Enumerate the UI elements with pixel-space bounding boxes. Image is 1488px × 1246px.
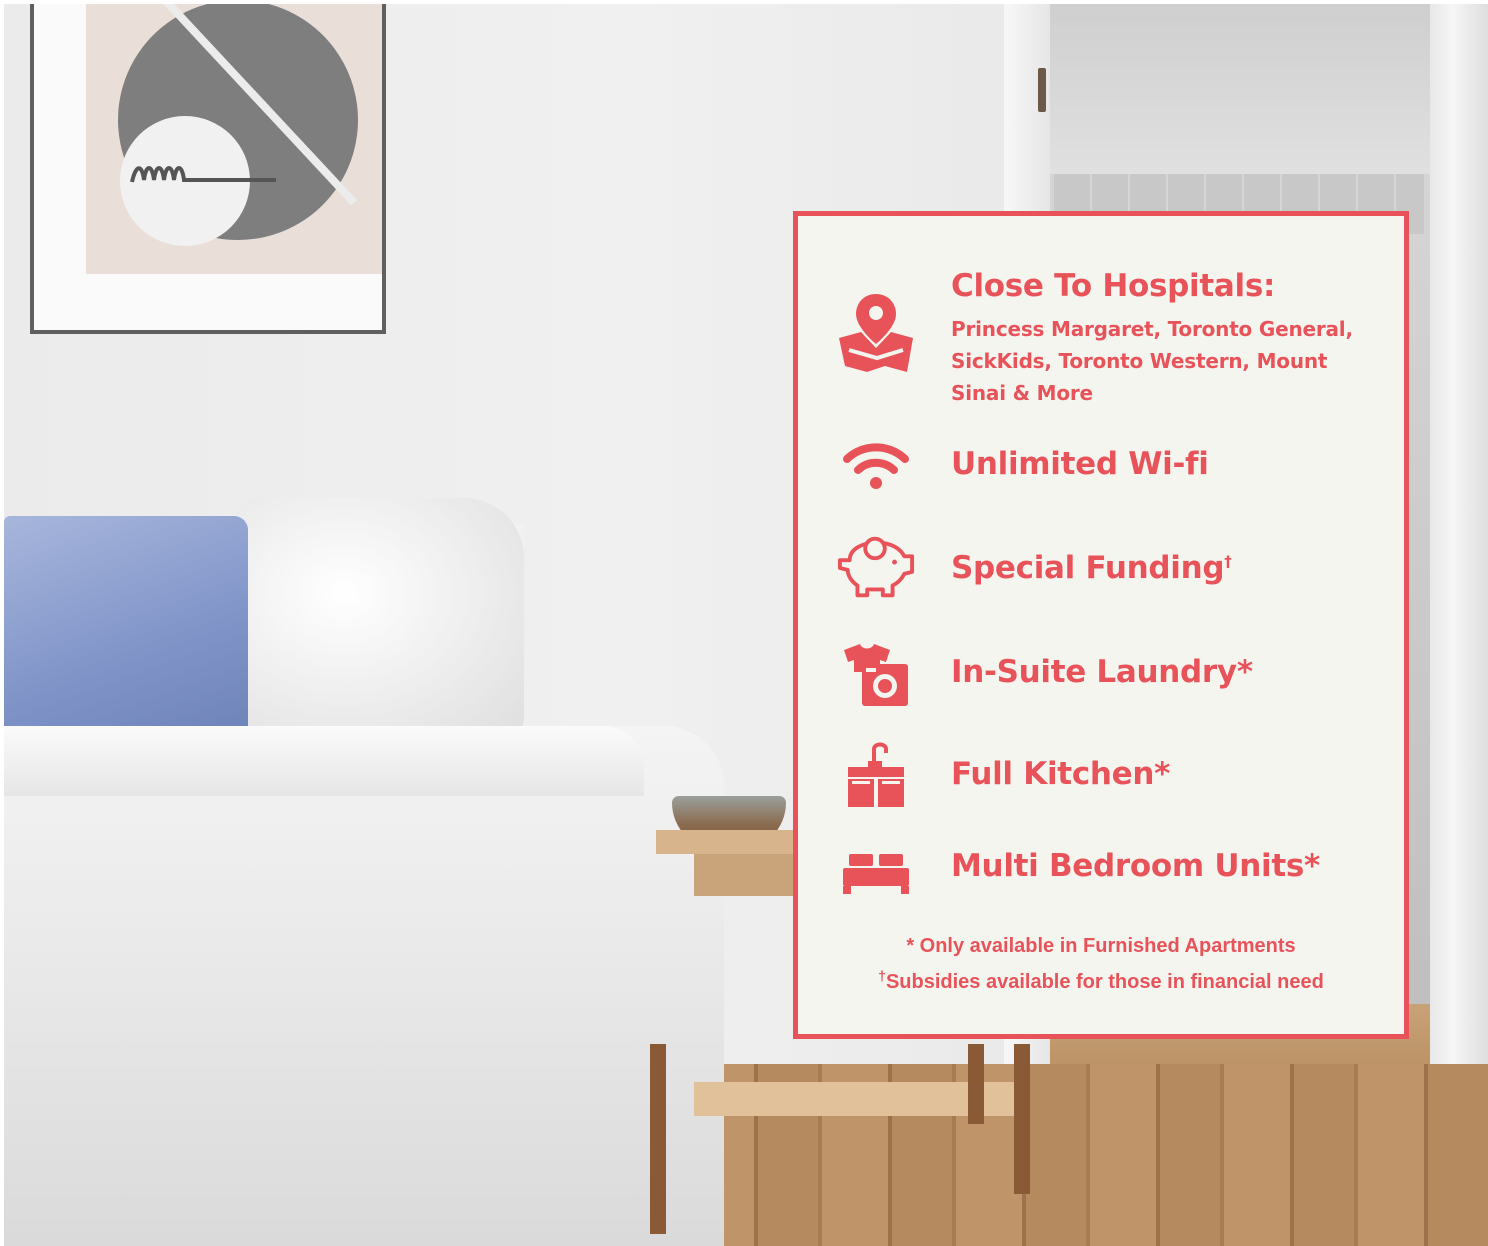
- piggy-bank-icon: [836, 532, 916, 602]
- footnote-subsidies: †Subsidies available for those in financ…: [798, 964, 1404, 1000]
- feature-title: Unlimited Wi-fi: [951, 446, 1209, 482]
- white-duvet: [4, 726, 724, 1246]
- footnotes: * Only available in Furnished Apartments…: [798, 928, 1404, 1000]
- art-squiggle: [130, 166, 276, 183]
- features-card: Close To Hospitals: Princess Margaret, T…: [793, 211, 1409, 1039]
- feature-title: Special Funding†: [951, 550, 1232, 586]
- bathroom-ceiling: [1050, 4, 1430, 174]
- kitchen-sink-icon: [836, 740, 916, 810]
- nightstand-leg: [650, 1044, 666, 1234]
- bed-icon: [836, 846, 916, 898]
- duvet-fold: [4, 726, 644, 796]
- door-hinge: [1038, 68, 1046, 112]
- feature-detail: Princess Margaret, Toronto General, Sick…: [951, 317, 1353, 405]
- wifi-icon: [836, 438, 916, 494]
- dagger-mark: †: [878, 967, 886, 984]
- wall-art-print: [86, 4, 382, 274]
- feature-title: Close To Hospitals:: [951, 268, 1276, 304]
- feature-title: In-Suite Laundry*: [951, 654, 1253, 690]
- blue-cushion: [4, 516, 248, 746]
- feature-title: Full Kitchen*: [951, 756, 1171, 792]
- footnote-furnished: * Only available in Furnished Apartments: [798, 928, 1404, 964]
- door-jamb: [1430, 4, 1488, 1134]
- nightstand-crossbar: [694, 1082, 1014, 1116]
- map-pin-icon: [836, 290, 916, 376]
- footnote-text: Subsidies available for those in financi…: [885, 971, 1324, 993]
- dagger-mark: †: [1224, 552, 1232, 571]
- nightstand-leg: [1014, 1044, 1030, 1194]
- footnote-text: * Only available in Furnished Apartments: [906, 935, 1296, 957]
- laundry-icon: [836, 640, 916, 710]
- feature-title-text: Special Funding: [951, 550, 1225, 586]
- wall-art-frame: [30, 4, 386, 334]
- feature-title: Multi Bedroom Units*: [951, 848, 1320, 884]
- nightstand-leg: [968, 1044, 984, 1124]
- white-pillow: [224, 498, 524, 738]
